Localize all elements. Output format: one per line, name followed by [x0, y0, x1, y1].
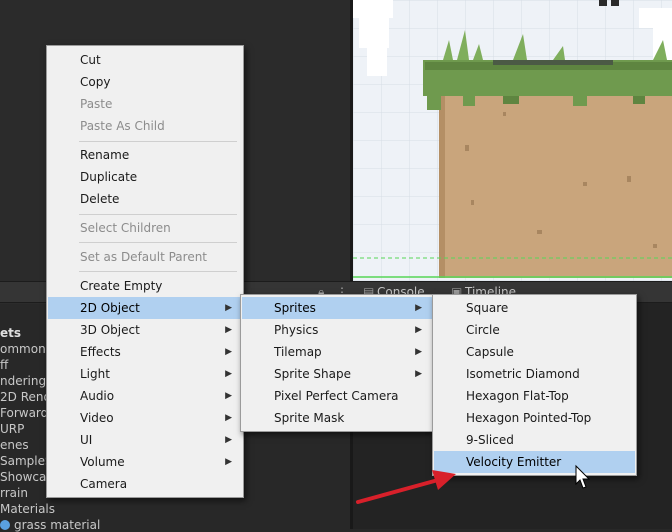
mouse-cursor-icon: [575, 464, 591, 489]
annotation-overlay: [356, 464, 591, 504]
red-arrow-icon: [356, 470, 456, 504]
